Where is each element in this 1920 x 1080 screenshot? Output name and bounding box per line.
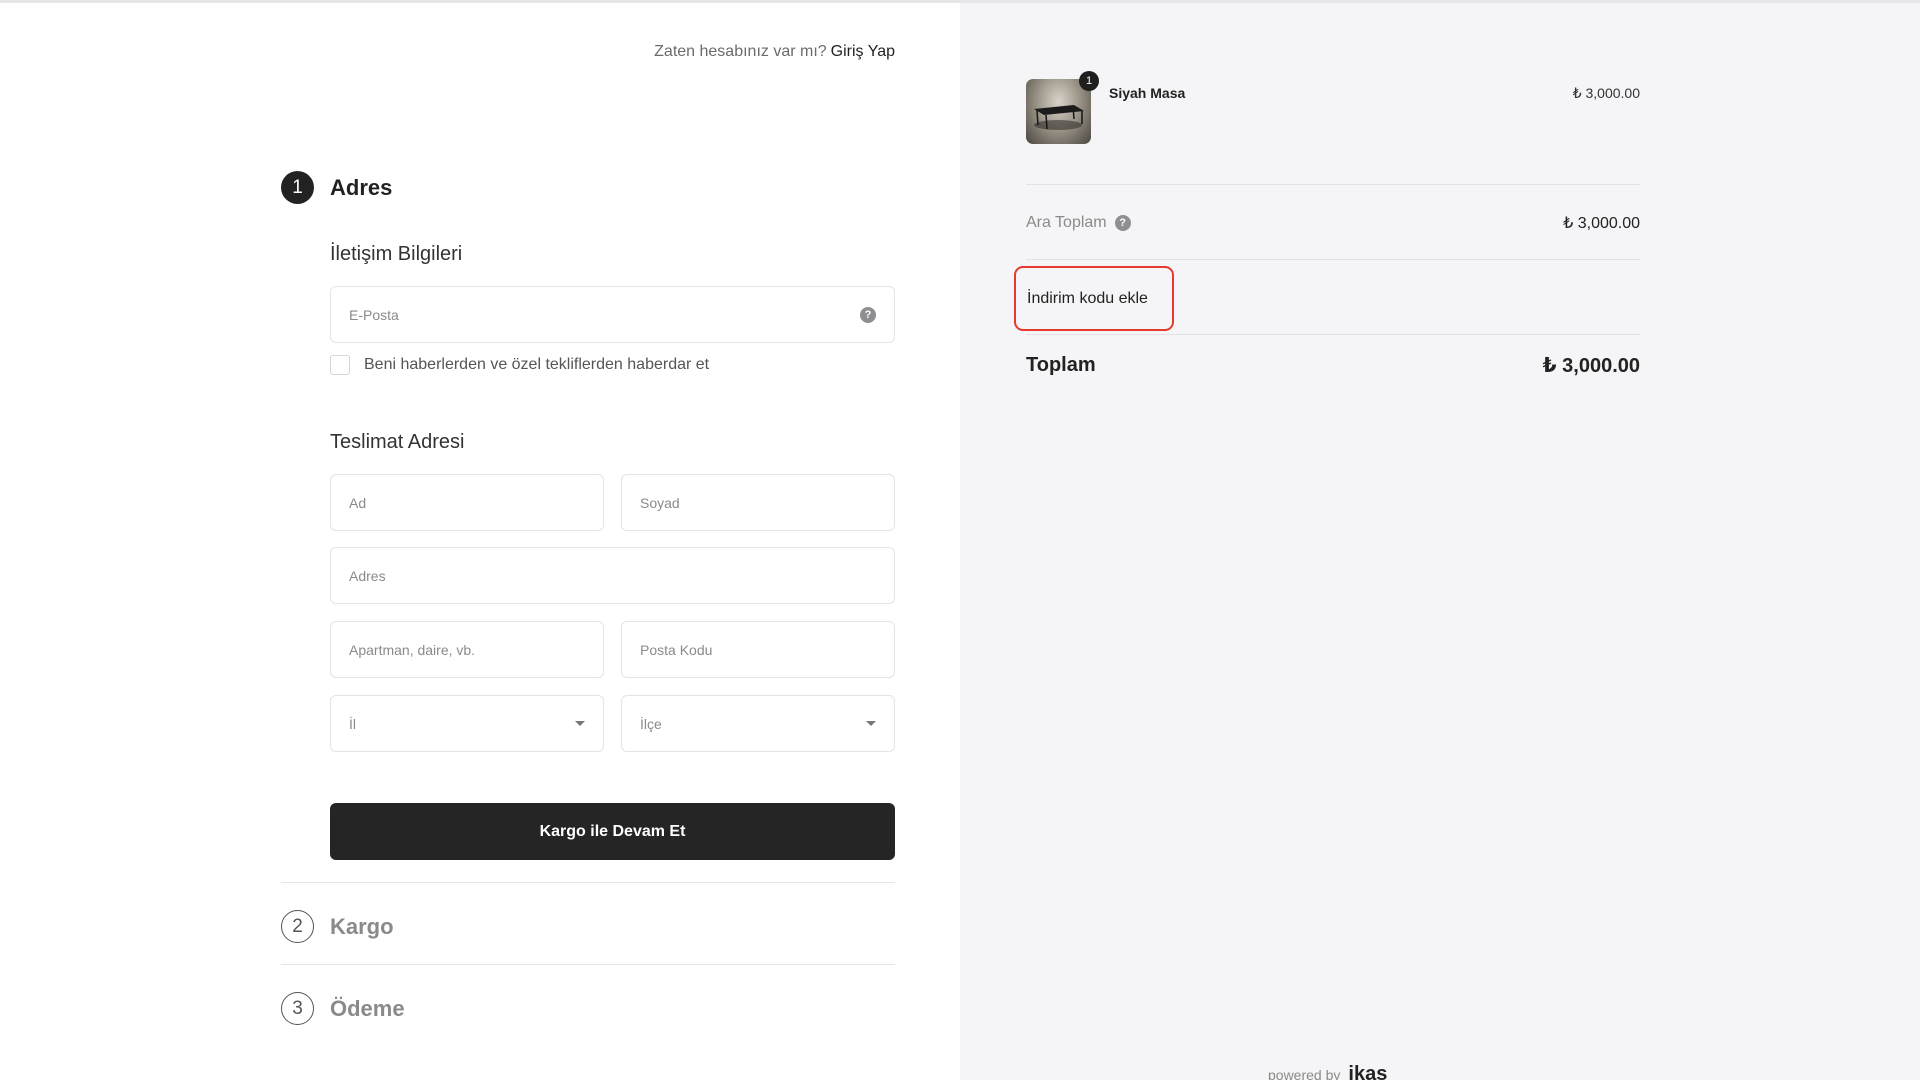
table-thumbnail-icon: 1	[1026, 71, 1099, 144]
last-name-input[interactable]	[640, 494, 876, 511]
postal-code-input[interactable]	[640, 641, 876, 658]
contact-section-title: İletişim Bilgileri	[330, 243, 463, 265]
step-shipping-header[interactable]: 2 Kargo	[281, 910, 394, 943]
step-2-number: 2	[281, 910, 314, 943]
step-payment-header[interactable]: 3 Ödeme	[281, 992, 405, 1025]
last-name-field[interactable]	[621, 474, 895, 531]
step-2-title: Kargo	[330, 913, 394, 939]
total-label: Toplam	[1026, 354, 1096, 376]
apartment-input[interactable]	[349, 641, 585, 658]
checkout-form-panel: Zaten hesabınız var mı? Giriş Yap 1 Adres…	[0, 3, 960, 1080]
summary-divider	[1026, 184, 1640, 185]
powered-by-text: powered by	[1268, 1067, 1341, 1080]
address-field[interactable]	[330, 547, 895, 604]
city-select-value: İl	[349, 715, 356, 732]
first-name-field[interactable]	[330, 474, 604, 531]
postal-code-field[interactable]	[621, 621, 895, 678]
apartment-field[interactable]	[330, 621, 604, 678]
chevron-down-icon	[866, 721, 876, 726]
continue-to-shipping-button[interactable]: Kargo ile Devam Et	[330, 803, 895, 860]
newsletter-checkbox[interactable]	[330, 355, 350, 375]
district-select-value: İlçe	[640, 715, 662, 732]
newsletter-option[interactable]: Beni haberlerden ve özel tekliflerden ha…	[330, 355, 709, 375]
discount-label: İndirim kodu ekle	[1027, 289, 1148, 307]
powered-by: powered by ikas	[1268, 1063, 1387, 1080]
ikas-logo[interactable]: ikas	[1348, 1063, 1387, 1080]
subtotal-label: Ara Toplam	[1026, 214, 1107, 231]
email-input[interactable]	[349, 306, 860, 323]
email-help-icon[interactable]: ?	[860, 306, 876, 323]
login-link[interactable]: Giriş Yap	[831, 43, 895, 60]
step-3-number: 3	[281, 992, 314, 1025]
address-input[interactable]	[349, 567, 876, 584]
step-divider	[281, 964, 895, 965]
table-image	[1034, 105, 1084, 130]
cart-item: 1 Siyah Masa ₺ 3,000.00	[1026, 71, 1640, 147]
newsletter-label: Beni haberlerden ve özel tekliflerden ha…	[364, 356, 710, 373]
city-select[interactable]: İl	[330, 695, 604, 752]
login-prompt: Zaten hesabınız var mı? Giriş Yap	[654, 43, 895, 61]
quantity-badge: 1	[1079, 71, 1099, 91]
order-summary-panel: 1 Siyah Masa ₺ 3,000.00 Ara Toplam ? ₺ 3…	[960, 3, 1920, 1080]
subtotal-help-icon[interactable]: ?	[1114, 215, 1131, 231]
first-name-input[interactable]	[349, 494, 585, 511]
step-1-title: Adres	[330, 174, 393, 200]
subtotal-row: Ara Toplam ? ₺ 3,000.00	[1026, 213, 1640, 233]
email-field[interactable]: ?	[330, 286, 895, 343]
product-name: Siyah Masa	[1109, 85, 1186, 101]
district-select[interactable]: İlçe	[621, 695, 895, 752]
summary-divider	[1026, 334, 1640, 335]
step-3-title: Ödeme	[330, 995, 405, 1021]
add-discount-code-button[interactable]: İndirim kodu ekle	[1014, 266, 1174, 331]
chevron-down-icon	[575, 721, 585, 726]
shipping-section-title: Teslimat Adresi	[330, 431, 465, 453]
total-row: Toplam ₺ 3,000.00	[1026, 353, 1640, 378]
subtotal-value: ₺ 3,000.00	[1563, 215, 1640, 232]
total-value: ₺ 3,000.00	[1542, 355, 1640, 377]
summary-divider	[1026, 259, 1640, 260]
step-divider	[281, 882, 895, 883]
step-1-number: 1	[281, 171, 314, 204]
product-price: ₺ 3,000.00	[1572, 85, 1640, 101]
have-account-text: Zaten hesabınız var mı?	[654, 43, 827, 60]
step-address-header[interactable]: 1 Adres	[281, 171, 392, 204]
